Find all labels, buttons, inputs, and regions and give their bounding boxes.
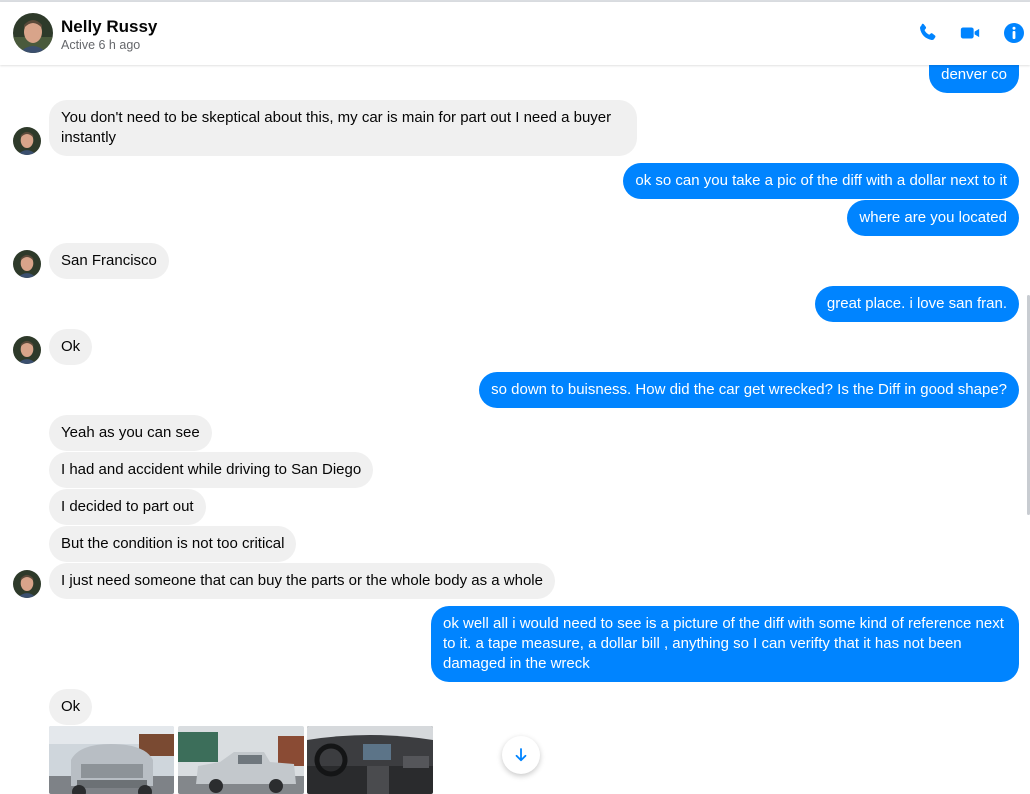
arrow-down-icon: [515, 748, 527, 762]
active-status: Active 6 h ago: [61, 38, 141, 52]
info-icon: [1004, 23, 1024, 43]
message-incoming[interactable]: Yeah as you can see: [49, 415, 212, 451]
message-incoming[interactable]: You don't need to be skeptical about thi…: [49, 100, 637, 156]
message-outgoing[interactable]: great place. i love san fran.: [814, 286, 1019, 322]
contact-avatar-small: [13, 336, 41, 364]
message-outgoing[interactable]: ok so can you take a pic of the diff wit…: [623, 163, 1019, 199]
message-incoming[interactable]: I had and accident while driving to San …: [49, 452, 374, 488]
contact-avatar-small: [13, 570, 41, 598]
message-incoming[interactable]: San Francisco: [49, 243, 169, 279]
phone-icon: [919, 23, 936, 41]
message-outgoing[interactable]: ok well all i would need to see is a pic…: [431, 606, 1019, 682]
message-outgoing[interactable]: where are you located: [847, 200, 1019, 236]
attachment-photo-truck-front[interactable]: [49, 726, 174, 794]
message-list[interactable]: denver co You don't need to be skeptical…: [0, 65, 1030, 794]
message-incoming[interactable]: But the condition is not too critical: [49, 526, 297, 562]
attachment-photo-dashboard[interactable]: [307, 726, 433, 794]
scroll-to-bottom-button[interactable]: [502, 736, 540, 774]
video-camera-icon: [960, 27, 980, 39]
message-incoming[interactable]: Ok: [49, 689, 93, 725]
conversation-header: Nelly Russy Active 6 h ago: [0, 2, 1030, 65]
message-outgoing[interactable]: denver co: [929, 65, 1019, 93]
message-incoming[interactable]: I decided to part out: [49, 489, 206, 525]
contact-avatar-small: [13, 250, 41, 278]
message-incoming[interactable]: I just need someone that can buy the par…: [49, 563, 555, 599]
contact-avatar-small: [13, 127, 41, 155]
contact-name[interactable]: Nelly Russy: [61, 17, 157, 37]
contact-avatar[interactable]: [13, 13, 53, 53]
message-incoming[interactable]: Ok: [49, 329, 93, 365]
voice-call-button[interactable]: [914, 20, 940, 46]
messenger-conversation-window: Nelly Russy Active 6 h ago denver co You…: [0, 0, 1030, 794]
conversation-info-button[interactable]: [1001, 20, 1027, 46]
attachment-photo-truck-side[interactable]: [178, 726, 304, 794]
message-outgoing[interactable]: so down to buisness. How did the car get…: [479, 372, 1019, 408]
video-call-button[interactable]: [957, 20, 983, 46]
